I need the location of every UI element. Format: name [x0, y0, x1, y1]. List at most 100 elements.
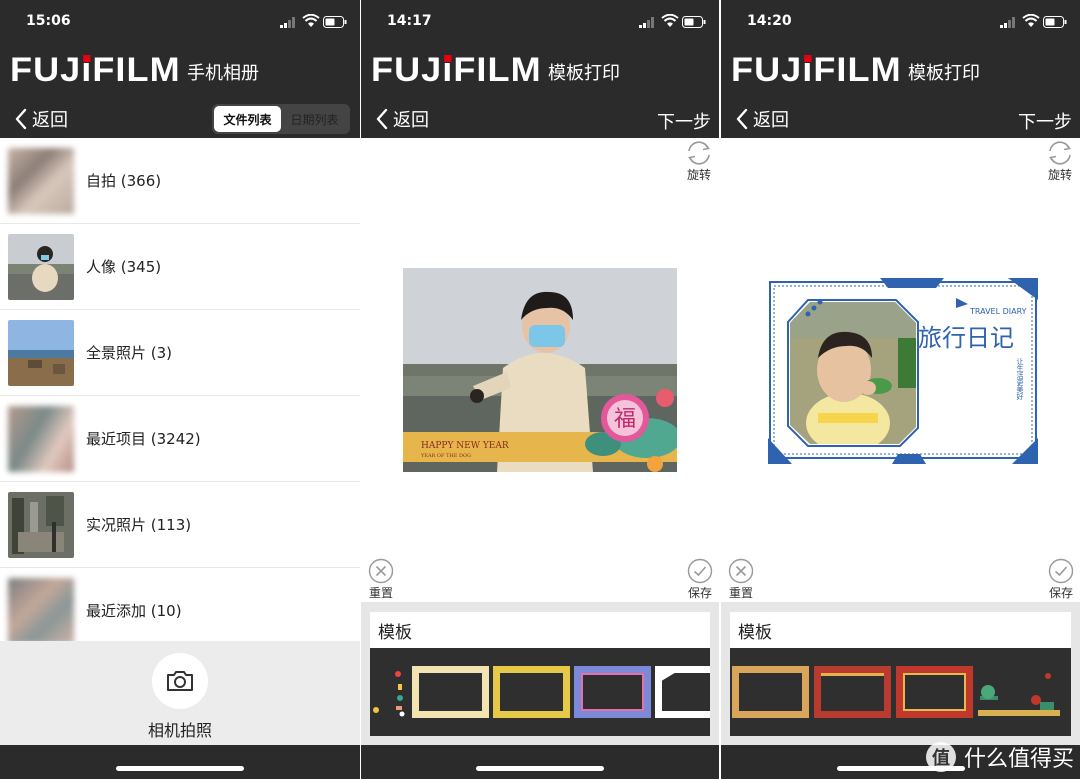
album-thumbnail — [8, 491, 74, 558]
template-thumb[interactable] — [655, 666, 710, 718]
next-step-button[interactable]: 下一步 — [657, 108, 711, 134]
home-indicator[interactable] — [116, 766, 244, 771]
template-panel: 模板 — [721, 602, 1080, 745]
home-indicator-area — [361, 745, 719, 779]
chevron-left-icon — [736, 108, 748, 130]
back-label: 返回 — [393, 110, 429, 131]
save-label: 保存 — [1048, 586, 1073, 600]
chevron-left-icon — [15, 108, 27, 130]
reset-button[interactable]: 重置 — [368, 558, 394, 601]
caption-year-of-dog: YEAR OF THE DOG — [420, 453, 471, 459]
album-list: 自拍 (366) 人像 (345) 全景照片 (3) 最近项目 (3242) 实… — [0, 138, 360, 654]
rotate-icon — [688, 141, 710, 165]
close-circle-icon — [368, 558, 394, 584]
brand-header: FUJıFILM 模板打印 — [371, 52, 620, 88]
tab-file-list[interactable]: 文件列表 — [214, 106, 281, 132]
album-thumbnail — [8, 147, 74, 214]
battery-icon — [323, 16, 347, 28]
back-button[interactable]: 返回 — [375, 106, 429, 132]
album-name: 全景照片 (3) — [86, 344, 173, 362]
phone-template-newyear-screen: 14:17 FUJıFILM 模板打印 返回 下一步 旋转 HAPPY NEW … — [361, 0, 719, 779]
album-thumbnail — [8, 405, 74, 472]
rotate-label: 旋转 — [686, 168, 711, 182]
brand-header: FUJıFILM 手机相册 — [10, 52, 259, 88]
cellular-signal-icon — [639, 17, 654, 28]
battery-icon — [1043, 16, 1067, 28]
template-thumb[interactable] — [978, 666, 1060, 718]
template-panel-title: 模板 — [730, 612, 1071, 648]
template-thumb[interactable] — [574, 666, 651, 718]
back-button[interactable]: 返回 — [735, 106, 789, 132]
fujifilm-logo: FUJıFILM — [731, 51, 902, 89]
list-mode-segmented-control: 文件列表 日期列表 — [212, 104, 350, 134]
template-thumb[interactable] — [732, 666, 809, 718]
chevron-left-icon — [376, 108, 388, 130]
wifi-icon — [661, 14, 679, 27]
album-name: 实况照片 (113) — [86, 516, 192, 534]
print-preview-canvas: 旋转 TRAVEL DIARY 旅行日记 让生活更美好 重置 保存 — [721, 138, 1080, 602]
template-thumb[interactable] — [814, 666, 891, 718]
album-name: 人像 (345) — [86, 258, 162, 276]
album-row-recent-items[interactable]: 最近项目 (3242) — [0, 396, 360, 482]
camera-icon — [167, 671, 193, 691]
brand-header: FUJıFILM 模板打印 — [731, 52, 980, 88]
album-name: 自拍 (366) — [86, 172, 162, 190]
home-indicator[interactable] — [476, 766, 604, 771]
status-bar: 14:20 — [721, 0, 1080, 44]
template-strip — [370, 648, 710, 736]
camera-label[interactable]: 相机拍照 — [0, 717, 360, 741]
caption-happy-new-year: HAPPY NEW YEAR — [421, 441, 509, 451]
status-bar: 14:17 — [361, 0, 719, 44]
back-label: 返回 — [753, 110, 789, 131]
save-button[interactable]: 保存 — [687, 558, 713, 601]
template-thumb[interactable] — [370, 666, 408, 718]
nav-bar: 返回 文件列表 日期列表 — [0, 100, 360, 138]
reset-button[interactable]: 重置 — [728, 558, 754, 601]
phone-album-screen: 15:06 FUJıFILM 手机相册 返回 文件列表 日期列表 自拍 (366… — [0, 0, 360, 779]
album-row-selfie[interactable]: 自拍 (366) — [0, 138, 360, 224]
cellular-signal-icon — [1000, 17, 1015, 28]
home-indicator-area — [0, 745, 360, 779]
template-thumb[interactable] — [412, 666, 489, 718]
album-thumbnail — [8, 233, 74, 300]
fujifilm-logo: FUJıFILM — [371, 51, 542, 89]
next-step-button[interactable]: 下一步 — [1018, 108, 1072, 134]
album-thumbnail — [8, 319, 74, 386]
album-name: 最近添加 (10) — [86, 602, 182, 620]
tab-date-list[interactable]: 日期列表 — [281, 106, 348, 132]
album-row-live-photos[interactable]: 实况照片 (113) — [0, 482, 360, 568]
print-preview-canvas: 旋转 HAPPY NEW YEAR YEAR OF THE DOG 福 重置 保… — [361, 138, 719, 602]
fujifilm-logo: FUJıFILM — [10, 51, 181, 89]
cellular-signal-icon — [280, 17, 295, 28]
rotate-button[interactable]: 旋转 — [1046, 140, 1074, 183]
template-panel-title: 模板 — [370, 612, 710, 648]
frame-subtitle-cn: 让生活更美好 — [1016, 357, 1024, 401]
rotate-button[interactable]: 旋转 — [685, 140, 713, 183]
back-button[interactable]: 返回 — [14, 106, 68, 132]
template-photo-travel-diary[interactable]: TRAVEL DIARY 旅行日记 让生活更美好 — [768, 278, 1038, 464]
camera-button[interactable] — [152, 653, 208, 709]
status-time: 14:17 — [387, 13, 432, 29]
site-watermark: 值 什么值得买 — [925, 741, 1074, 773]
album-row-portrait[interactable]: 人像 (345) — [0, 224, 360, 310]
close-circle-icon — [728, 558, 754, 584]
album-row-panorama[interactable]: 全景照片 (3) — [0, 310, 360, 396]
check-circle-icon — [1048, 558, 1074, 584]
rotate-icon — [1049, 141, 1071, 165]
reset-label: 重置 — [368, 586, 393, 600]
wifi-icon — [302, 14, 320, 27]
camera-bar: 相机拍照 — [0, 641, 360, 745]
save-button[interactable]: 保存 — [1048, 558, 1074, 601]
wifi-icon — [1022, 14, 1040, 27]
nav-bar: 返回 下一步 — [721, 100, 1080, 138]
fu-character: 福 — [614, 407, 636, 432]
album-name: 最近项目 (3242) — [86, 430, 201, 448]
phone-template-travel-screen: 14:20 FUJıFILM 模板打印 返回 下一步 旋转 TRAVEL DIA… — [721, 0, 1080, 779]
frame-title-cn: 旅行日记 — [918, 324, 1014, 352]
template-thumb[interactable] — [493, 666, 570, 718]
template-photo-newyear[interactable]: HAPPY NEW YEAR YEAR OF THE DOG 福 — [403, 268, 677, 472]
watermark-badge: 值 — [925, 742, 956, 772]
nav-bar: 返回 下一步 — [361, 100, 719, 138]
template-thumb[interactable] — [896, 666, 973, 718]
status-time: 15:06 — [26, 13, 71, 29]
